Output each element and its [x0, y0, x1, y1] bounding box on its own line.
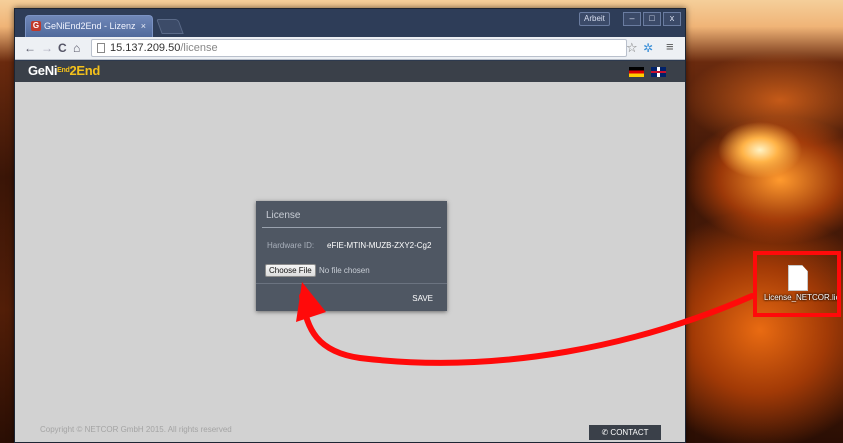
- page-content: License Hardware ID: eFIE-MTIN-MUZB-ZXY2…: [15, 82, 685, 442]
- save-button[interactable]: SAVE: [412, 294, 433, 303]
- file-status-text: No file chosen: [319, 266, 370, 275]
- hardware-id-value: eFIE-MTIN-MUZB-ZXY2-Cg2: [327, 241, 432, 250]
- uk-flag-icon[interactable]: [651, 67, 666, 77]
- back-icon[interactable]: ←: [24, 40, 36, 56]
- minimize-button[interactable]: –: [623, 12, 641, 26]
- window-profile-label[interactable]: Arbeit: [579, 12, 610, 26]
- highlight-box: [753, 251, 841, 317]
- title-bar: G GeNiEnd2End - Lizenz × Arbeit – □ x: [15, 9, 685, 37]
- browser-tab[interactable]: G GeNiEnd2End - Lizenz ×: [25, 15, 153, 37]
- contact-button[interactable]: ✆ CONTACT: [589, 425, 661, 440]
- new-tab-button[interactable]: [156, 19, 184, 34]
- phone-icon: ✆: [601, 428, 609, 437]
- logo-small-text: End: [57, 67, 70, 74]
- divider: [262, 227, 441, 228]
- url-host: 15.137.209.50: [110, 42, 181, 54]
- choose-file-button[interactable]: Choose File: [265, 264, 316, 277]
- hardware-id-label: Hardware ID:: [267, 241, 315, 250]
- browser-window: G GeNiEnd2End - Lizenz × Arbeit – □ x ← …: [14, 8, 686, 443]
- contact-label: CONTACT: [610, 428, 649, 437]
- german-flag-icon[interactable]: [629, 67, 644, 77]
- tab-title: GeNiEnd2End - Lizenz: [44, 21, 136, 31]
- home-icon[interactable]: ⌂: [73, 40, 80, 56]
- forward-icon[interactable]: →: [41, 40, 53, 56]
- logo-main-text: GeNi: [28, 63, 58, 78]
- site-header: GeNiEnd2End: [15, 61, 685, 82]
- favicon-icon: G: [31, 21, 41, 31]
- url-path: /license: [180, 42, 218, 54]
- dialog-title: License: [266, 210, 301, 221]
- site-logo[interactable]: GeNiEnd2End: [28, 63, 100, 79]
- address-bar[interactable]: 15.137.209.50/license: [91, 39, 627, 57]
- logo-accent-text: 2End: [69, 63, 101, 78]
- copyright-text: Copyright © NETCOR GmbH 2015. All rights…: [40, 425, 232, 434]
- star-icon[interactable]: ☆: [626, 40, 638, 56]
- extension-icon[interactable]: ✲: [643, 40, 653, 56]
- browser-toolbar: ← → C ⌂ 15.137.209.50/license ☆ ✲ ≡: [15, 37, 685, 60]
- divider: [256, 283, 447, 284]
- maximize-button[interactable]: □: [643, 12, 661, 26]
- tab-close-icon[interactable]: ×: [141, 16, 146, 36]
- license-dialog: License Hardware ID: eFIE-MTIN-MUZB-ZXY2…: [256, 201, 447, 311]
- reload-icon[interactable]: C: [58, 40, 67, 56]
- page-icon: [97, 43, 105, 53]
- hamburger-menu-icon[interactable]: ≡: [666, 39, 674, 55]
- close-window-button[interactable]: x: [663, 12, 681, 26]
